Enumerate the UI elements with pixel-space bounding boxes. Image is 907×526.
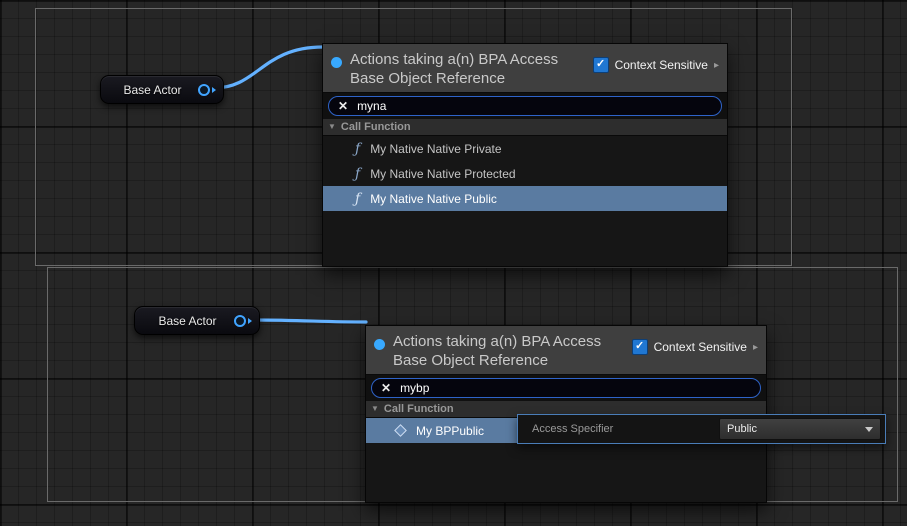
category-call-function[interactable]: ▼ Call Function: [323, 119, 727, 136]
submenu-arrow-icon: ▸: [714, 60, 719, 71]
object-output-pin-icon[interactable]: [234, 315, 246, 327]
menu-item-my-native-native-private[interactable]: ƒ My Native Native Private: [323, 136, 727, 161]
clear-search-icon[interactable]: ✕: [381, 381, 391, 395]
menu-item-label: My Native Native Public: [370, 192, 497, 206]
function-icon: ƒ: [355, 191, 360, 207]
context-menu-top: Actions taking a(n) BPA Access Base Obje…: [322, 43, 728, 267]
submenu-arrow-icon: ▸: [753, 342, 758, 353]
search-box[interactable]: ✕: [371, 378, 761, 398]
check-icon: ✓: [635, 340, 644, 352]
context-sensitive-toggle[interactable]: ✓ Context Sensitive ▸: [593, 57, 719, 73]
pin-wedge-icon: [212, 87, 216, 93]
context-sensitive-label: Context Sensitive: [615, 58, 708, 72]
menu-header: Actions taking a(n) BPA Access Base Obje…: [323, 44, 727, 93]
checkbox-checked-icon[interactable]: ✓: [632, 339, 648, 355]
node-label: Base Actor: [135, 314, 230, 328]
menu-item-label: My Native Native Private: [370, 142, 501, 156]
collapse-arrow-icon: ▼: [371, 401, 379, 417]
node-label: Base Actor: [101, 83, 194, 97]
menu-title: Actions taking a(n) BPA Access Base Obje…: [350, 50, 588, 88]
collapse-arrow-icon: ▼: [328, 119, 336, 135]
menu-header: Actions taking a(n) BPA Access Base Obje…: [366, 326, 766, 375]
node-base-actor-bottom[interactable]: Base Actor: [134, 306, 260, 335]
search-input[interactable]: [400, 381, 751, 395]
checkbox-checked-icon[interactable]: ✓: [593, 57, 609, 73]
context-sensitive-toggle[interactable]: ✓ Context Sensitive ▸: [632, 339, 758, 355]
pin-wedge-icon: [248, 318, 252, 324]
context-sensitive-label: Context Sensitive: [654, 340, 747, 354]
menu-item-my-native-native-protected[interactable]: ƒ My Native Native Protected: [323, 161, 727, 186]
clear-search-icon[interactable]: ✕: [338, 99, 348, 113]
access-specifier-label: Access Specifier: [518, 423, 719, 435]
object-output-pin-icon[interactable]: [198, 84, 210, 96]
access-specifier-dropdown[interactable]: Public: [719, 418, 881, 440]
check-icon: ✓: [596, 58, 605, 70]
search-row: ✕: [366, 375, 766, 401]
blueprint-function-icon: [394, 424, 407, 437]
menu-title: Actions taking a(n) BPA Access Base Obje…: [393, 332, 631, 370]
object-reference-pin-icon: [331, 57, 342, 68]
search-row: ✕: [323, 93, 727, 119]
search-box[interactable]: ✕: [328, 96, 722, 116]
menu-item-label: My Native Native Protected: [370, 167, 515, 181]
menu-item-label: My BPPublic: [416, 424, 484, 438]
chevron-down-icon: [865, 427, 873, 432]
access-specifier-popup: Access Specifier Public: [517, 414, 886, 444]
category-label: Call Function: [384, 401, 454, 417]
dropdown-value: Public: [727, 423, 757, 435]
object-reference-pin-icon: [374, 339, 385, 350]
category-label: Call Function: [341, 119, 411, 135]
search-input[interactable]: [357, 99, 712, 113]
node-base-actor-top[interactable]: Base Actor: [100, 75, 224, 104]
function-icon: ƒ: [355, 141, 360, 157]
menu-item-list: ƒ My Native Native Private ƒ My Native N…: [323, 136, 727, 266]
menu-item-my-native-native-public[interactable]: ƒ My Native Native Public: [323, 186, 727, 211]
function-icon: ƒ: [355, 166, 360, 182]
